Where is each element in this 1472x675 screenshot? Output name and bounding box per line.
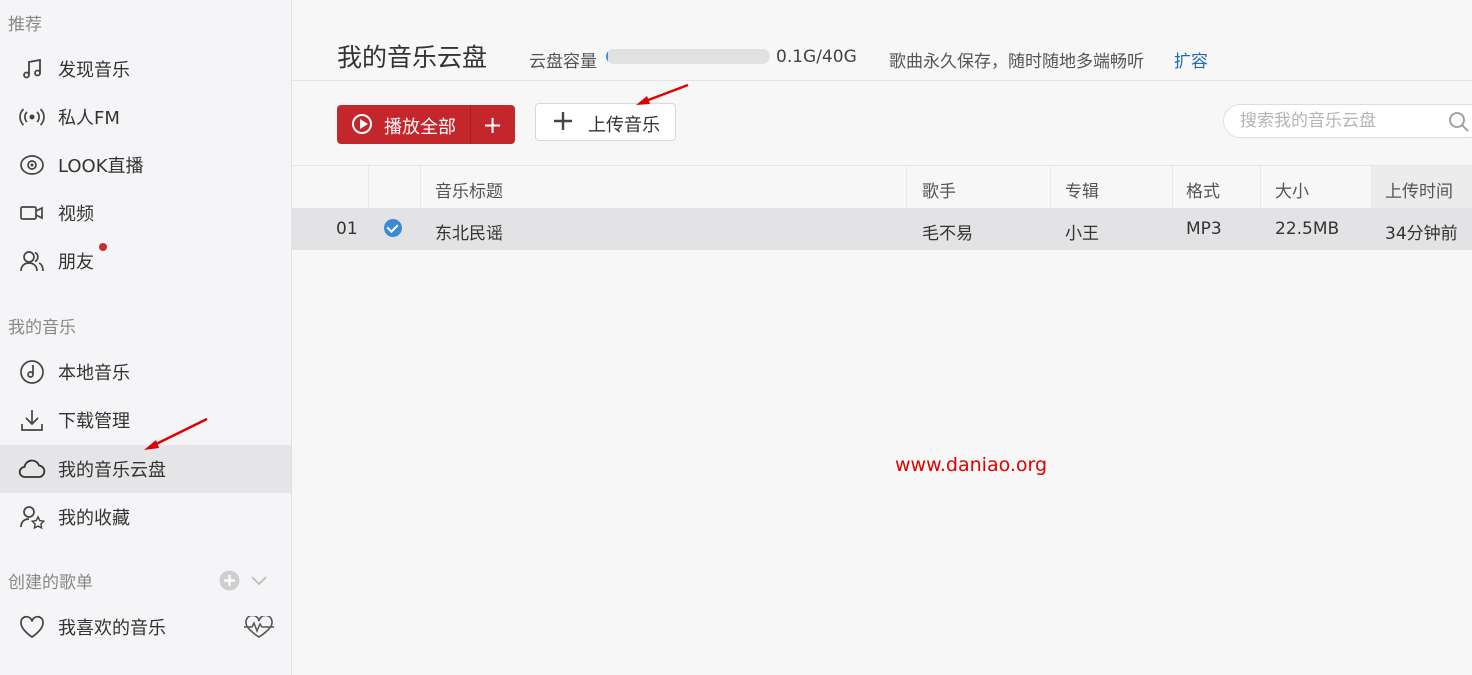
upload-music-button[interactable]: 上传音乐 xyxy=(535,103,676,141)
capacity-label: 云盘容量 xyxy=(529,52,597,72)
sidebar-item-private-fm[interactable]: 私人FM xyxy=(0,93,291,141)
local-music-icon xyxy=(18,358,46,386)
watermark: www.daniao.org xyxy=(895,454,1048,476)
sidebar-item-cloud-disk[interactable]: 我的音乐云盘 xyxy=(0,445,291,493)
play-all-label: 播放全部 xyxy=(384,117,456,138)
sidebar-item-label: 我喜欢的音乐 xyxy=(58,618,166,639)
plus-icon xyxy=(552,108,574,137)
sidebar-item-friends[interactable]: 朋友 xyxy=(0,237,291,285)
divider xyxy=(420,166,421,209)
sidebar-item-label: 私人FM xyxy=(58,108,120,129)
search-icon[interactable] xyxy=(1448,111,1470,137)
column-header-album[interactable]: 专辑 xyxy=(1065,177,1099,202)
capacity-bar-fill xyxy=(606,49,609,64)
section-title-recommend: 推荐 xyxy=(8,15,42,35)
row-format: MP3 xyxy=(1186,219,1222,239)
live-eye-icon xyxy=(18,151,46,179)
divider xyxy=(1050,166,1051,209)
notification-dot xyxy=(99,243,107,251)
music-note-icon xyxy=(18,55,46,83)
sidebar-item-label: 视频 xyxy=(58,204,94,225)
sidebar-item-liked-music[interactable]: 我喜欢的音乐 xyxy=(0,603,291,651)
page-title: 我的音乐云盘 xyxy=(337,43,488,72)
sidebar-item-label: 我的收藏 xyxy=(58,508,130,529)
row-upload-time: 34分钟前 xyxy=(1385,224,1458,244)
upload-music-label: 上传音乐 xyxy=(588,115,660,136)
radio-icon xyxy=(18,103,46,131)
section-title-my-music: 我的音乐 xyxy=(8,318,76,338)
add-to-playlist-button[interactable]: + xyxy=(470,105,515,144)
capacity-description: 歌曲永久保存，随时随地多端畅听 xyxy=(889,52,1144,72)
row-album[interactable]: 小王 xyxy=(1065,219,1099,244)
download-icon xyxy=(18,406,46,434)
column-header-format[interactable]: 格式 xyxy=(1186,177,1220,202)
sidebar: 推荐 发现音乐 私人FM LOOK直播 视频 朋友 我的音乐 本地音乐 下载管理… xyxy=(0,0,292,675)
add-playlist-icon[interactable] xyxy=(219,570,240,595)
sidebar-item-discover-music[interactable]: 发现音乐 xyxy=(0,45,291,93)
sidebar-item-download-manager[interactable]: 下载管理 xyxy=(0,396,291,444)
row-size: 22.5MB xyxy=(1275,219,1340,239)
heart-icon xyxy=(18,613,46,641)
capacity-text: 0.1G/40G xyxy=(776,47,857,67)
main-content: 我的音乐云盘 云盘容量 0.1G/40G 歌曲永久保存，随时随地多端畅听 扩容 … xyxy=(292,0,1472,675)
table-row[interactable]: 01 东北民谣 毛不易 小王 MP3 22.5MB 34分钟前 xyxy=(292,208,1472,250)
expand-capacity-link[interactable]: 扩容 xyxy=(1174,47,1208,72)
column-header-artist[interactable]: 歌手 xyxy=(922,177,956,202)
divider xyxy=(292,80,1472,81)
row-index: 01 xyxy=(336,219,358,239)
sidebar-item-label: 下载管理 xyxy=(58,411,130,432)
collection-icon xyxy=(18,503,46,531)
column-header-title[interactable]: 音乐标题 xyxy=(435,177,503,202)
chevron-down-icon[interactable] xyxy=(250,573,268,592)
friends-icon xyxy=(18,247,46,275)
search-input[interactable] xyxy=(1238,110,1442,132)
heartbeat-mode-icon[interactable] xyxy=(243,614,275,642)
table-header: 音乐标题 歌手 专辑 格式 大小 上传时间 xyxy=(292,165,1472,210)
sidebar-item-label: 本地音乐 xyxy=(58,363,130,384)
video-icon xyxy=(18,199,46,227)
divider xyxy=(906,166,907,209)
sidebar-item-label: 发现音乐 xyxy=(58,60,130,81)
divider xyxy=(1371,166,1372,209)
row-artist[interactable]: 毛不易 xyxy=(922,219,973,244)
search-box[interactable] xyxy=(1223,104,1472,138)
sidebar-item-local-music[interactable]: 本地音乐 xyxy=(0,348,291,396)
divider xyxy=(1172,166,1173,209)
column-header-size[interactable]: 大小 xyxy=(1275,177,1309,202)
play-icon xyxy=(352,114,372,134)
sidebar-item-label: 我的音乐云盘 xyxy=(58,460,166,481)
column-header-upload-time[interactable]: 上传时间 xyxy=(1385,177,1453,202)
divider xyxy=(1260,166,1261,209)
row-title: 东北民谣 xyxy=(435,224,503,244)
cloud-icon xyxy=(18,455,46,483)
sidebar-item-label: 朋友 xyxy=(58,252,94,273)
sidebar-item-video[interactable]: 视频 xyxy=(0,189,291,237)
sidebar-item-label: LOOK直播 xyxy=(58,156,144,177)
capacity-bar xyxy=(606,49,770,64)
sidebar-item-my-collection[interactable]: 我的收藏 xyxy=(0,493,291,541)
play-all-button[interactable]: 播放全部 + xyxy=(337,105,515,144)
checked-icon[interactable] xyxy=(384,219,402,237)
section-title-playlists: 创建的歌单 xyxy=(8,573,93,593)
sidebar-item-look-live[interactable]: LOOK直播 xyxy=(0,141,291,189)
divider xyxy=(368,166,369,209)
